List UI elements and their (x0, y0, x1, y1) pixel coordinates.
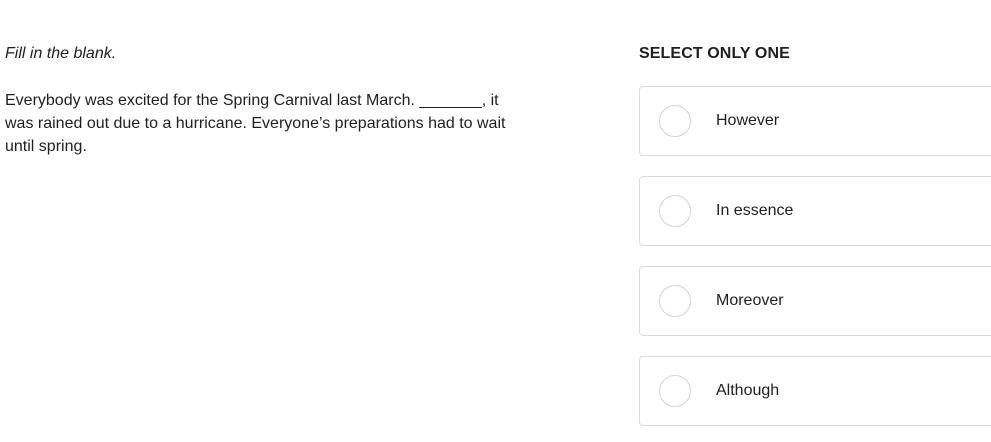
radio-button-icon[interactable] (659, 375, 691, 407)
answer-option-label: In essence (716, 202, 794, 219)
question-passage: Everybody was excited for the Spring Car… (5, 92, 506, 155)
answer-option-label: Moreover (716, 292, 784, 309)
answer-option-however[interactable]: However (639, 86, 991, 156)
answer-option-label: Although (716, 382, 780, 399)
radio-button-icon[interactable] (659, 285, 691, 317)
select-only-one-label: SELECT ONLY ONE (639, 45, 790, 62)
answer-option-moreover[interactable]: Moreover (639, 266, 991, 336)
answer-option-label: However (716, 112, 780, 129)
answer-option-although[interactable]: Although (639, 356, 991, 426)
answer-option-in-essence[interactable]: In essence (639, 176, 991, 246)
question-instruction: Fill in the blank. (5, 45, 117, 62)
radio-button-icon[interactable] (659, 105, 691, 137)
answers-panel: SELECT ONLY ONE However In essence Moreo… (639, 0, 991, 442)
radio-button-icon[interactable] (659, 195, 691, 227)
